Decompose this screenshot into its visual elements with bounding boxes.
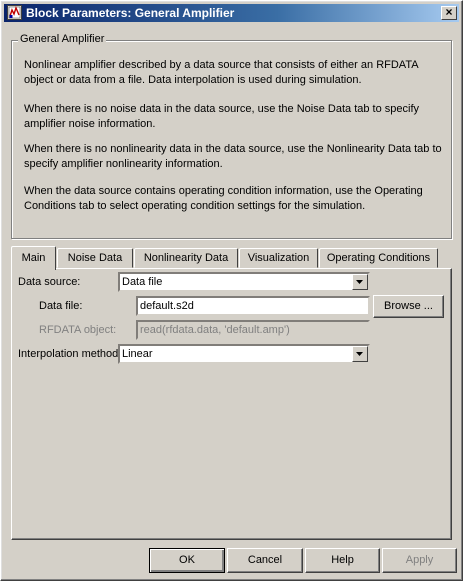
rfdata-object-value: read(rfdata.data, 'default.amp') bbox=[140, 324, 290, 336]
description-paragraph: When there is no nonlinearity data in th… bbox=[24, 143, 442, 170]
tab-label: Noise Data bbox=[67, 252, 123, 264]
block-parameters-dialog: Block Parameters: General Amplifier × Ge… bbox=[0, 0, 463, 581]
data-file-value: default.s2d bbox=[140, 300, 194, 312]
data-source-label: Data source: bbox=[18, 276, 81, 288]
tab-label: Main bbox=[21, 252, 46, 264]
tab-main[interactable]: Main bbox=[11, 246, 56, 270]
tab-label: Visualization bbox=[247, 252, 310, 264]
data-source-dropdown[interactable]: Data file bbox=[118, 272, 370, 292]
interpolation-method-dropdown[interactable]: Linear bbox=[118, 344, 370, 364]
rfdata-object-field: read(rfdata.data, 'default.amp') bbox=[136, 320, 370, 340]
simulink-block-icon bbox=[7, 5, 22, 20]
interpolation-method-value: Linear bbox=[122, 348, 153, 360]
close-button[interactable]: × bbox=[441, 6, 457, 20]
tab-label: Nonlinearity Data bbox=[143, 252, 229, 264]
apply-button: Apply bbox=[382, 548, 457, 573]
rfdata-object-label: RFDATA object: bbox=[39, 324, 117, 336]
window-title: Block Parameters: General Amplifier bbox=[26, 6, 235, 20]
data-file-field[interactable]: default.s2d bbox=[136, 296, 370, 316]
description-paragraph: When there is no noise data in the data … bbox=[24, 103, 420, 130]
tab-visualization[interactable]: Visualization bbox=[239, 248, 318, 268]
tab-strip: Main Noise Data Nonlinearity Data Visual… bbox=[11, 246, 452, 270]
help-button[interactable]: Help bbox=[305, 548, 380, 573]
description-paragraph: Nonlinear amplifier described by a data … bbox=[24, 59, 418, 86]
title-bar[interactable]: Block Parameters: General Amplifier × bbox=[4, 4, 459, 22]
tab-label: Operating Conditions bbox=[326, 252, 431, 264]
browse-button[interactable]: Browse ... bbox=[373, 295, 444, 318]
description-paragraph: When the data source contains operating … bbox=[24, 185, 423, 212]
description-panel: General Amplifier Nonlinear amplifier de… bbox=[11, 33, 452, 239]
tab-operating-conditions[interactable]: Operating Conditions bbox=[319, 248, 438, 268]
description-legend: General Amplifier bbox=[18, 33, 107, 45]
data-source-value: Data file bbox=[122, 276, 163, 288]
tab-noise-data[interactable]: Noise Data bbox=[57, 248, 133, 268]
data-file-label: Data file: bbox=[39, 300, 83, 312]
interpolation-method-label: Interpolation method: bbox=[18, 348, 122, 360]
tab-nonlinearity-data[interactable]: Nonlinearity Data bbox=[134, 248, 238, 268]
chevron-down-icon[interactable] bbox=[352, 274, 368, 290]
chevron-down-icon[interactable] bbox=[352, 346, 368, 362]
main-tab-panel: Data source: Data file Data file: defaul… bbox=[11, 268, 452, 540]
ok-button[interactable]: OK bbox=[149, 548, 225, 573]
cancel-button[interactable]: Cancel bbox=[227, 548, 303, 573]
